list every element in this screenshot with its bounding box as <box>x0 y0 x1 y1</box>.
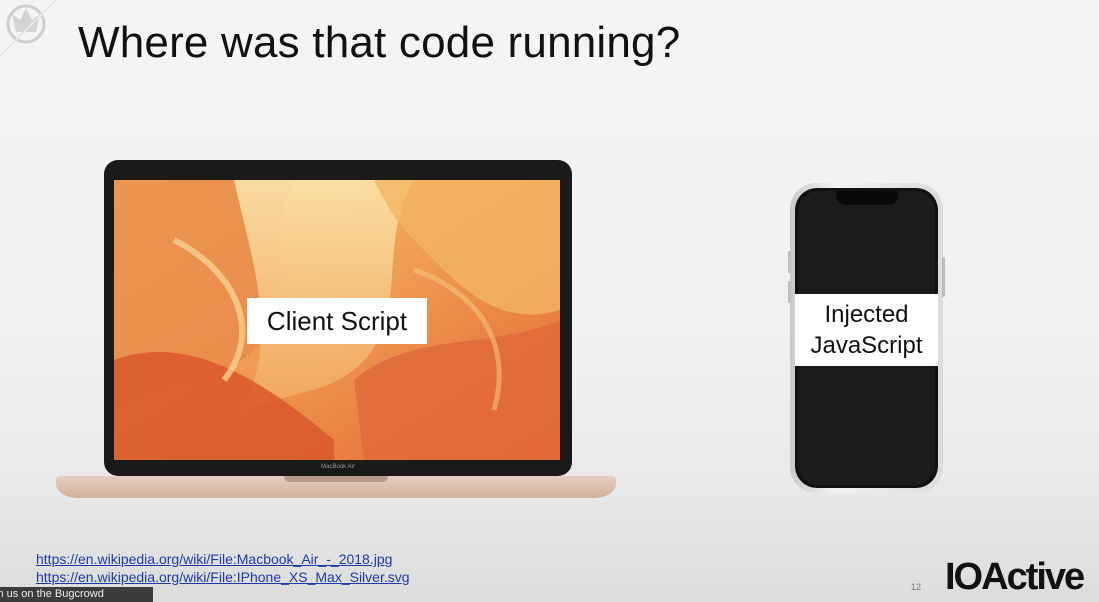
link-iphone-image[interactable]: https://en.wikipedia.org/wiki/File:IPhon… <box>36 568 410 586</box>
client-script-label: Client Script <box>247 298 427 344</box>
brand-active: Active <box>981 556 1085 598</box>
phone-power-button <box>942 257 945 297</box>
video-overlay-banner[interactable]: in us on the Bugcrowd <box>0 587 153 602</box>
ioactive-logo: IOActive <box>945 556 1085 599</box>
slide-title: Where was that code running? <box>78 18 681 67</box>
brand-io: IO <box>945 556 983 598</box>
page-number: 12 <box>911 582 922 592</box>
source-links: https://en.wikipedia.org/wiki/File:Macbo… <box>36 550 410 586</box>
phone-volume-down <box>788 281 791 303</box>
link-macbook-image[interactable]: https://en.wikipedia.org/wiki/File:Macbo… <box>36 550 410 568</box>
phone-label-line2: JavaScript <box>810 332 923 359</box>
phone-notch <box>836 191 898 205</box>
laptop-brand-label: MacBook Air <box>321 464 355 470</box>
phone-label-line1: Injected <box>824 301 909 328</box>
corner-logo-icon <box>0 0 56 56</box>
injected-javascript-label: Injected JavaScript <box>795 294 938 366</box>
phone-volume-up <box>788 251 791 273</box>
presentation-slide: Where was that code running? MacBook Air… <box>0 0 1099 602</box>
laptop-base-notch <box>284 476 388 482</box>
